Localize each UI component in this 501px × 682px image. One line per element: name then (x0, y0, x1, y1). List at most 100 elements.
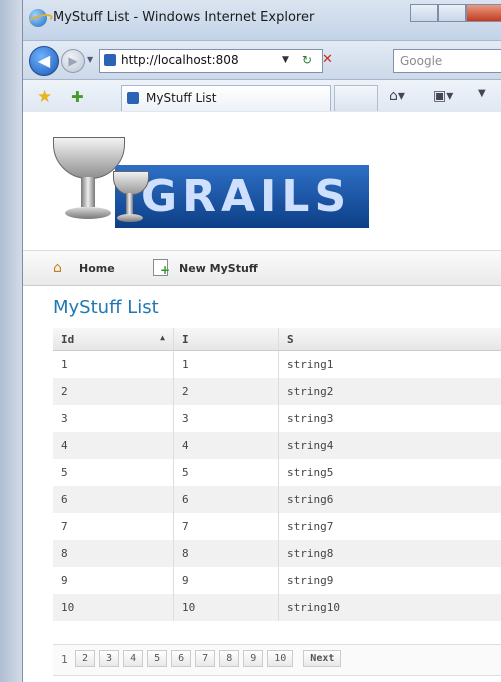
history-dropdown-icon[interactable]: ▼ (87, 55, 93, 64)
page-button-3[interactable]: 3 (99, 650, 120, 667)
page-title: MyStuff List (53, 297, 159, 318)
address-bar[interactable]: http://localhost:808 ▼ ↻ ✕ (99, 49, 333, 73)
table-row[interactable]: 5 5 string5 (53, 459, 501, 486)
close-window-button[interactable] (466, 4, 501, 22)
favorites-star-icon[interactable]: ★ (37, 87, 52, 107)
pagination: 1 2 3 4 5 6 7 8 9 10 Next (53, 644, 501, 676)
new-document-icon[interactable] (153, 259, 170, 277)
column-header-s[interactable]: S (278, 328, 501, 351)
grail-cup-icon (53, 137, 149, 229)
new-tab-button[interactable] (334, 85, 378, 111)
cell-id[interactable]: 10 (53, 594, 174, 621)
page-nav: ⌂ Home New MyStuff (23, 250, 501, 286)
cell-i: 4 (173, 432, 279, 459)
cell-id[interactable]: 1 (53, 350, 174, 378)
page-button-7[interactable]: 7 (195, 650, 216, 667)
table-header-row: Id ▲ I S (53, 328, 501, 351)
tab-mystuff-list[interactable]: MyStuff List (121, 85, 331, 111)
table-row[interactable]: 10 10 string10 (53, 594, 501, 621)
cell-id[interactable]: 4 (53, 432, 174, 459)
cell-s: string6 (278, 486, 501, 513)
favorites-bar: ★ ✚ MyStuff List ⌂▾ ▣▾ ▼ (23, 80, 501, 115)
table-row[interactable]: 1 1 string1 (53, 350, 501, 378)
next-page-button[interactable]: Next (303, 650, 342, 667)
search-placeholder: Google (400, 54, 443, 68)
table-row[interactable]: 9 9 string9 (53, 567, 501, 594)
page-button-4[interactable]: 4 (123, 650, 144, 667)
minimize-button[interactable] (410, 4, 438, 22)
column-header-i[interactable]: I (173, 328, 279, 351)
cell-s: string1 (278, 350, 501, 378)
cell-s: string8 (278, 540, 501, 567)
cell-s: string5 (278, 459, 501, 486)
cell-i: 3 (173, 405, 279, 432)
page-button-2[interactable]: 2 (75, 650, 96, 667)
cell-id[interactable]: 7 (53, 513, 174, 540)
cell-s: string2 (278, 378, 501, 405)
browser-window: MyStuff List - Windows Internet Explorer… (22, 0, 501, 682)
column-header-id[interactable]: Id ▲ (53, 328, 174, 351)
page-content: GRAILS ⌂ Home New MyStuff MyStuff List I… (23, 112, 501, 682)
tab-title: MyStuff List (146, 91, 217, 105)
table-row[interactable]: 7 7 string7 (53, 513, 501, 540)
table-row[interactable]: 3 3 string3 (53, 405, 501, 432)
page-button-5[interactable]: 5 (147, 650, 168, 667)
cell-s: string9 (278, 567, 501, 594)
cell-id[interactable]: 5 (53, 459, 174, 486)
table-row[interactable]: 6 6 string6 (53, 486, 501, 513)
page-icon (104, 54, 116, 66)
new-mystuff-link[interactable]: New MyStuff (179, 262, 258, 275)
window-frame (0, 0, 22, 682)
cell-i: 6 (173, 486, 279, 513)
cell-i: 5 (173, 459, 279, 486)
window-controls (410, 4, 501, 22)
page-button-6[interactable]: 6 (171, 650, 192, 667)
current-page: 1 (61, 653, 68, 666)
search-input[interactable]: Google (393, 49, 501, 73)
cell-i: 1 (173, 350, 279, 378)
cell-s: string3 (278, 405, 501, 432)
home-toolbar-icon[interactable]: ⌂▾ (389, 88, 405, 104)
table-row[interactable]: 2 2 string2 (53, 378, 501, 405)
cell-id[interactable]: 8 (53, 540, 174, 567)
cell-s: string7 (278, 513, 501, 540)
cell-id[interactable]: 2 (53, 378, 174, 405)
table-row[interactable]: 8 8 string8 (53, 540, 501, 567)
add-favorite-icon[interactable]: ✚ (71, 88, 84, 106)
navigation-bar: ◀ ▶ ▼ http://localhost:808 ▼ ↻ ✕ Google (23, 41, 501, 80)
feeds-icon[interactable]: ▣▾ (433, 88, 453, 104)
cell-s: string10 (278, 594, 501, 621)
page-buttons: 2 3 4 5 6 7 8 9 10 Next (75, 650, 345, 667)
cell-i: 2 (173, 378, 279, 405)
refresh-icon[interactable]: ↻ (302, 53, 312, 67)
mystuff-table: Id ▲ I S 1 1 string1 2 2 string2 3 3 string3 4 4 str… (53, 328, 501, 621)
address-url[interactable]: http://localhost:808 (121, 53, 239, 67)
page-button-10[interactable]: 10 (267, 650, 294, 667)
grails-logo[interactable]: GRAILS (45, 137, 371, 229)
cell-i: 9 (173, 567, 279, 594)
back-button[interactable]: ◀ (29, 46, 59, 76)
sort-asc-icon: ▲ (160, 332, 165, 342)
home-link[interactable]: Home (79, 262, 115, 275)
cell-i: 8 (173, 540, 279, 567)
page-button-8[interactable]: 8 (219, 650, 240, 667)
cell-id[interactable]: 6 (53, 486, 174, 513)
cell-s: string4 (278, 432, 501, 459)
cell-i: 10 (173, 594, 279, 621)
window-title: MyStuff List - Windows Internet Explorer (53, 10, 315, 25)
cell-id[interactable]: 3 (53, 405, 174, 432)
address-dropdown-icon[interactable]: ▼ (282, 55, 289, 65)
logo-text: GRAILS (141, 171, 352, 222)
forward-button[interactable]: ▶ (61, 49, 85, 73)
stop-icon[interactable]: ✕ (322, 52, 333, 67)
title-bar: MyStuff List - Windows Internet Explorer (23, 0, 501, 41)
cell-id[interactable]: 9 (53, 567, 174, 594)
toolbar-more-icon[interactable]: ▼ (478, 88, 486, 99)
home-icon[interactable]: ⌂ (53, 260, 62, 276)
page-button-9[interactable]: 9 (243, 650, 264, 667)
ie-logo-icon (29, 9, 47, 27)
table-row[interactable]: 4 4 string4 (53, 432, 501, 459)
tab-page-icon (127, 92, 139, 104)
cell-i: 7 (173, 513, 279, 540)
maximize-button[interactable] (438, 4, 466, 22)
